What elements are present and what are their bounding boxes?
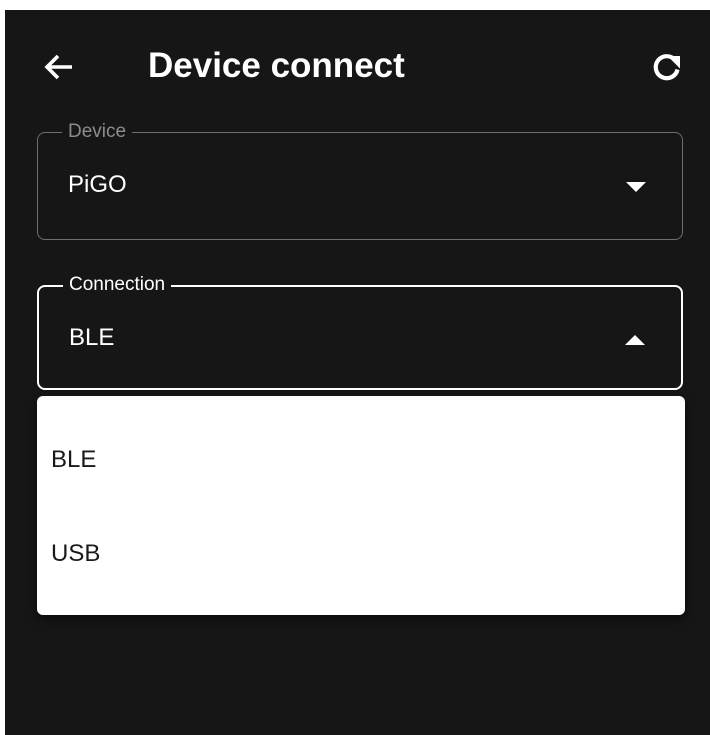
connection-select-value: BLE [69, 324, 115, 351]
device-select-value: PiGO [68, 171, 127, 198]
caret-up-icon [625, 335, 645, 345]
menu-item-ble[interactable]: BLE [37, 413, 685, 507]
connection-select[interactable]: Connection BLE [37, 273, 683, 390]
app-bar: Device connect [5, 10, 710, 122]
device-connect-screen: Device connect Device PiGO Connection BL… [5, 10, 710, 735]
caret-down-icon [626, 182, 646, 192]
connection-select-label: Connection [63, 273, 172, 297]
connection-dropdown-menu: BLE USB [37, 396, 685, 615]
refresh-icon [653, 54, 680, 81]
menu-item-usb[interactable]: USB [37, 507, 685, 601]
refresh-button[interactable] [645, 45, 689, 89]
back-button[interactable] [37, 45, 81, 89]
arrow-left-icon [44, 54, 72, 80]
device-select[interactable]: Device PiGO [37, 120, 683, 240]
page-title: Device connect [148, 46, 405, 85]
device-select-label: Device [62, 120, 133, 144]
